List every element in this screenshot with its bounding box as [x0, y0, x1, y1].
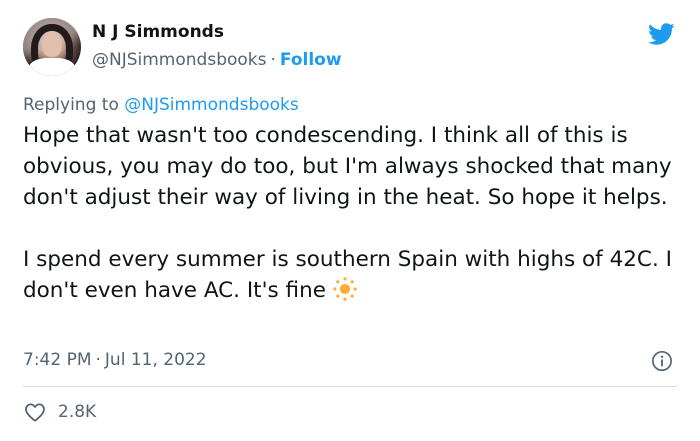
tweet-time[interactable]: 7:42 PM: [23, 350, 92, 370]
info-icon[interactable]: [651, 350, 673, 372]
reply-context: Replying to @NJSimmondsbooks: [23, 95, 299, 115]
author-handle-line: @NJSimmondsbooks · Follow: [92, 50, 342, 70]
tweet-paragraph-2: I spend every summer is southern Spain w…: [23, 244, 683, 306]
sun-icon: [333, 277, 357, 301]
follow-button[interactable]: Follow: [280, 50, 342, 70]
tweet-card: N J Simmonds @NJSimmondsbooks · Follow Rep…: [0, 0, 700, 441]
like-button[interactable]: 2.8K: [23, 400, 96, 424]
heart-icon[interactable]: [23, 400, 47, 424]
divider: [23, 386, 677, 387]
avatar-shirt: [29, 58, 75, 76]
twitter-bird-icon[interactable]: [645, 20, 677, 48]
tweet-date[interactable]: Jul 11, 2022: [105, 350, 207, 370]
avatar-face: [42, 31, 62, 57]
reply-mention-link[interactable]: @NJSimmondsbooks: [124, 95, 298, 115]
tweet-timestamp[interactable]: 7:42 PM · Jul 11, 2022: [23, 350, 207, 370]
reply-prefix: Replying to: [23, 95, 119, 115]
tweet-body: Hope that wasn't too condescending. I th…: [23, 120, 683, 306]
avatar[interactable]: [23, 18, 81, 76]
handle-separator: ·: [270, 50, 276, 70]
tweet-paragraph-1: Hope that wasn't too condescending. I th…: [23, 123, 672, 210]
author-name[interactable]: N J Simmonds: [92, 22, 224, 42]
meta-separator: ·: [95, 350, 101, 370]
author-handle[interactable]: @NJSimmondsbooks: [92, 50, 266, 70]
like-count: 2.8K: [58, 402, 97, 422]
